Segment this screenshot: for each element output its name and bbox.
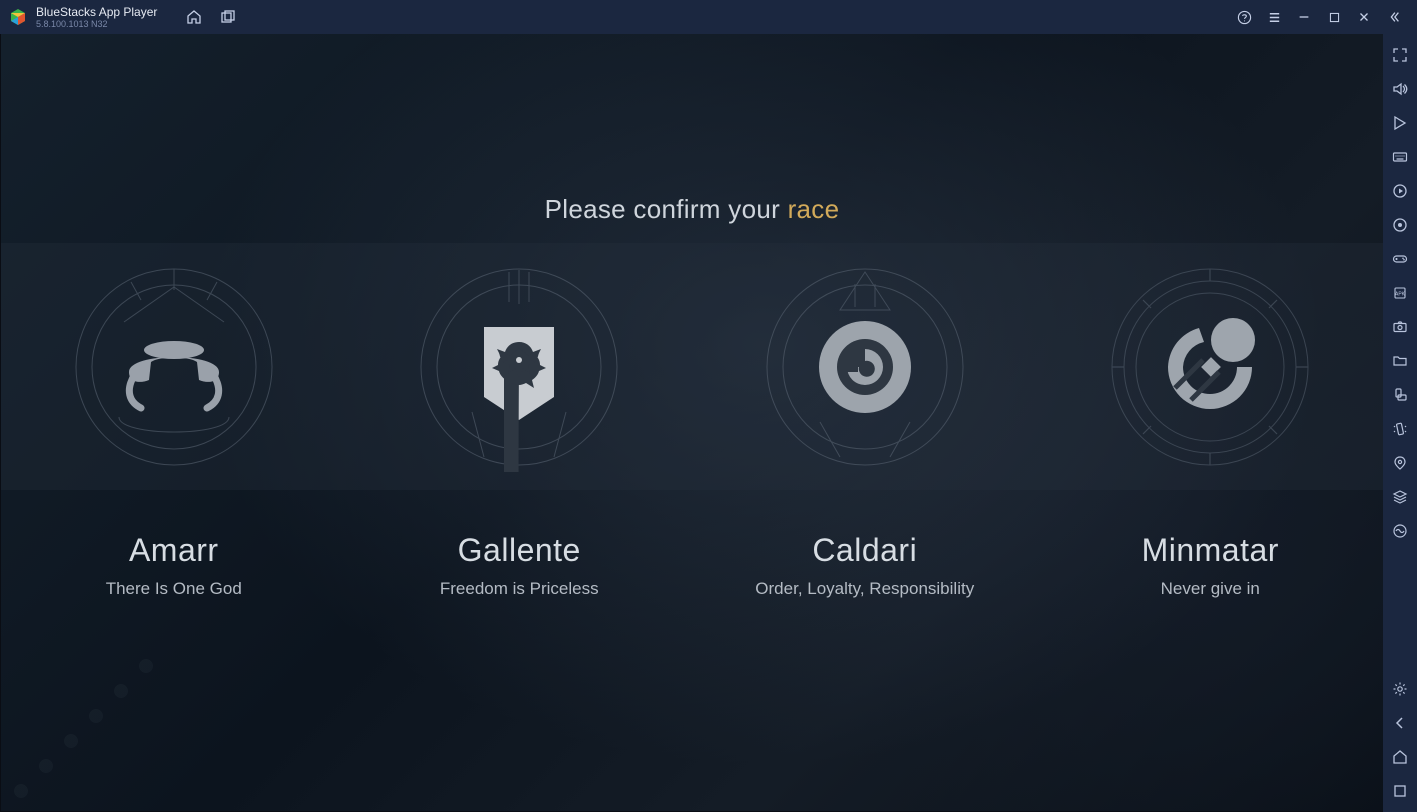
close-icon[interactable] (1349, 4, 1379, 30)
race-motto: Order, Loyalty, Responsibility (692, 579, 1037, 599)
app-title: BlueStacks App Player (36, 6, 157, 18)
screenshot-icon[interactable] (1387, 314, 1413, 340)
race-option-gallente[interactable] (414, 262, 624, 472)
minmatar-emblem-icon (1105, 262, 1315, 472)
help-icon[interactable] (1229, 4, 1259, 30)
race-name: Minmatar (1038, 532, 1383, 569)
race-motto: There Is One God (1, 579, 346, 599)
race-labels-row: Amarr There Is One God Gallente Freedom … (1, 532, 1383, 599)
play-store-icon[interactable] (1387, 110, 1413, 136)
svg-text:APK: APK (1395, 292, 1406, 298)
race-name: Gallente (347, 532, 692, 569)
app-title-block: BlueStacks App Player 5.8.100.1013 N32 (36, 6, 157, 29)
race-selection-strip (1, 243, 1383, 490)
location-icon[interactable] (1387, 450, 1413, 476)
race-label-minmatar: Minmatar Never give in (1038, 532, 1383, 599)
race-motto: Never give in (1038, 579, 1383, 599)
side-toolbar: APK (1383, 34, 1417, 812)
collapse-sidebar-icon[interactable] (1379, 4, 1409, 30)
record-stop-icon[interactable] (1387, 212, 1413, 238)
race-motto: Freedom is Priceless (347, 579, 692, 599)
heading-prefix: Please confirm your (545, 194, 788, 224)
race-option-caldari[interactable] (760, 262, 970, 472)
amarr-emblem-icon (69, 262, 279, 472)
shake-icon[interactable] (1387, 416, 1413, 442)
volume-icon[interactable] (1387, 76, 1413, 102)
maximize-icon[interactable] (1319, 4, 1349, 30)
race-option-amarr[interactable] (69, 262, 279, 472)
bluestacks-logo-icon (8, 7, 28, 27)
race-option-minmatar[interactable] (1105, 262, 1315, 472)
back-icon[interactable] (1387, 710, 1413, 736)
game-controls-icon[interactable] (1387, 246, 1413, 272)
titlebar: BlueStacks App Player 5.8.100.1013 N32 (0, 0, 1417, 34)
race-label-caldari: Caldari Order, Loyalty, Responsibility (692, 532, 1037, 599)
caldari-emblem-icon (760, 262, 970, 472)
game-viewport: Please confirm your race (1, 34, 1383, 811)
heading-accent: race (788, 194, 840, 224)
race-label-gallente: Gallente Freedom is Priceless (347, 532, 692, 599)
fullscreen-icon[interactable] (1387, 42, 1413, 68)
record-start-icon[interactable] (1387, 178, 1413, 204)
race-name: Amarr (1, 532, 346, 569)
keyboard-icon[interactable] (1387, 144, 1413, 170)
gallente-emblem-icon (414, 262, 624, 472)
home-icon[interactable] (181, 4, 207, 30)
home-nav-icon[interactable] (1387, 744, 1413, 770)
apk-install-icon[interactable]: APK (1387, 280, 1413, 306)
eco-mode-icon[interactable] (1387, 518, 1413, 544)
media-folder-icon[interactable] (1387, 348, 1413, 374)
multi-instance-icon[interactable] (215, 4, 241, 30)
app-version: 5.8.100.1013 N32 (36, 20, 157, 29)
hamburger-icon[interactable] (1259, 4, 1289, 30)
minimize-icon[interactable] (1289, 4, 1319, 30)
settings-icon[interactable] (1387, 676, 1413, 702)
recents-icon[interactable] (1387, 778, 1413, 804)
confirm-race-heading: Please confirm your race (1, 194, 1383, 225)
race-label-amarr: Amarr There Is One God (1, 532, 346, 599)
rotate-icon[interactable] (1387, 382, 1413, 408)
layers-icon[interactable] (1387, 484, 1413, 510)
race-name: Caldari (692, 532, 1037, 569)
